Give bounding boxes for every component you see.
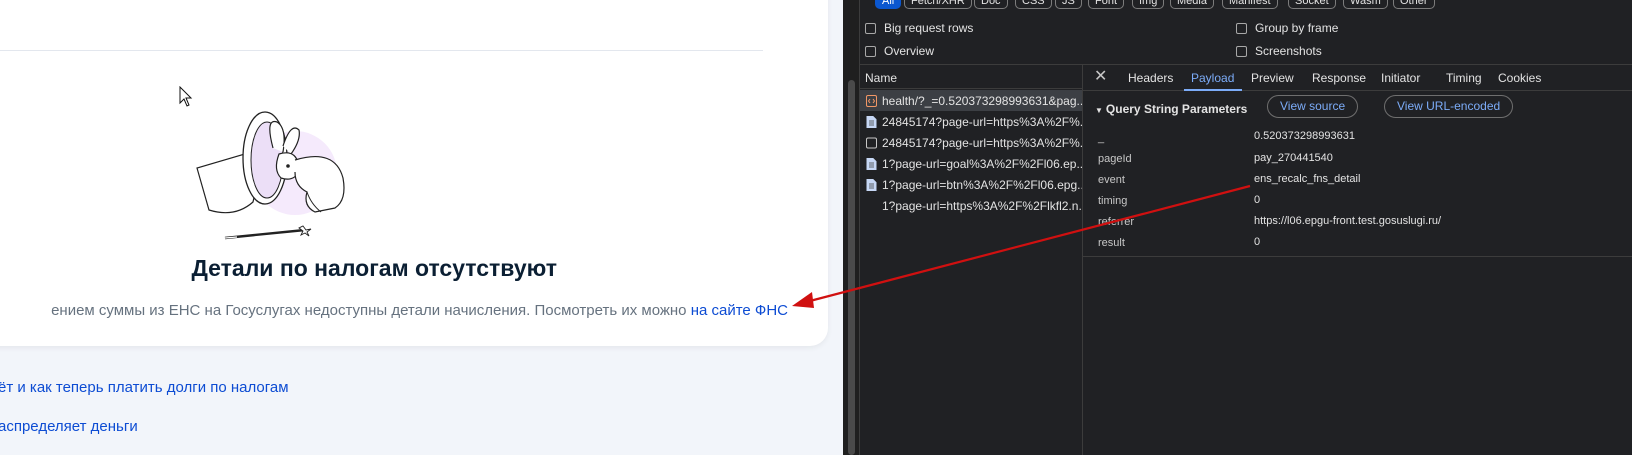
document-icon: [866, 115, 877, 128]
request-row[interactable]: 1?page-url=btn%3A%2F%2Fl06.epg...: [860, 174, 1082, 195]
details-card: [0, 0, 828, 346]
request-name: 1?page-url=goal%3A%2F%2Fl06.ep...: [882, 156, 1082, 171]
tab-preview[interactable]: Preview: [1251, 71, 1294, 85]
request-list: Name health/?_=0.520373298993631&pag... …: [860, 65, 1083, 455]
request-name: 1?page-url=btn%3A%2F%2Fl06.epg...: [882, 177, 1082, 192]
tab-payload[interactable]: Payload: [1191, 71, 1234, 85]
request-row[interactable]: 24845174?page-url=https%3A%2F%...: [860, 111, 1082, 132]
tab-timing[interactable]: Timing: [1446, 71, 1482, 85]
param-value: 0: [1254, 236, 1261, 248]
group-by-frame-checkbox[interactable]: [1236, 22, 1247, 34]
group-by-frame-label: Group by frame: [1255, 21, 1339, 35]
param-key: referrer: [1098, 216, 1135, 228]
triangle-down-icon: ▼: [1095, 106, 1103, 115]
request-name: 24845174?page-url=https%3A%2F%...: [882, 114, 1082, 129]
empty-state-title: Детали по налогам отсутствуют: [191, 255, 557, 281]
view-source-button[interactable]: View source: [1267, 95, 1359, 118]
group-by-frame-option[interactable]: Group by frame: [1236, 21, 1338, 35]
mouse-cursor-icon: [179, 86, 193, 107]
detail-tabs: ✕ Headers Payload Preview Response Initi…: [1083, 65, 1632, 91]
request-name: 24845174?page-url=https%3A%2F%...: [882, 135, 1082, 150]
param-key: result: [1098, 237, 1125, 249]
param-key: _: [1098, 132, 1105, 144]
filter-chip-wasm[interactable]: Wasm: [1343, 0, 1388, 9]
view-url-encoded-button[interactable]: View URL-encoded: [1384, 95, 1514, 118]
big-request-rows-option[interactable]: Big request rows: [865, 21, 973, 35]
param-key: pageId: [1098, 153, 1132, 165]
tab-initiator[interactable]: Initiator: [1381, 71, 1420, 85]
card-divider: [0, 50, 763, 51]
overview-checkbox[interactable]: [865, 45, 876, 57]
query-string-parameters-header[interactable]: ▼ Query String Parameters: [1095, 102, 1247, 116]
request-name: health/?_=0.520373298993631&pag...: [882, 93, 1082, 108]
request-name: 1?page-url=https%3A%2F%2Flkfl2.n...: [882, 198, 1082, 213]
filter-chip-font[interactable]: Font: [1088, 0, 1125, 9]
overview-label: Overview: [884, 44, 935, 58]
filter-chip-fetch-xhr[interactable]: Fetch/XHR: [904, 0, 972, 9]
request-type-filter-bar: All Fetch/XHR Doc CSS JS Font Img Media …: [860, 0, 1632, 12]
tab-response[interactable]: Response: [1312, 71, 1366, 85]
filter-chip-all[interactable]: All: [875, 0, 902, 9]
document-icon: [866, 157, 877, 170]
param-value: 0.520373298993631: [1254, 130, 1355, 142]
checkbox-icon: [866, 137, 877, 148]
request-row[interactable]: 1?page-url=https%3A%2F%2Flkfl2.n...: [860, 195, 1082, 216]
document-icon: [866, 178, 877, 191]
web-page: Детали по налогам отсутствуют ением сумм…: [0, 0, 843, 455]
empty-state-text: ением суммы из ЕНС на Госуслугах недосту…: [51, 302, 687, 319]
tab-headers[interactable]: Headers: [1128, 71, 1173, 85]
active-tab-indicator: [1184, 89, 1242, 91]
param-key: event: [1098, 174, 1125, 186]
filter-chip-img[interactable]: Img: [1132, 0, 1165, 9]
big-request-rows-checkbox[interactable]: [865, 22, 876, 34]
magic-hat-rabbit-illustration: [196, 111, 345, 240]
query-string-parameters-section: ▼ Query String Parameters View source Vie…: [1083, 92, 1632, 257]
param-value: ens_recalc_fns_detail: [1254, 173, 1361, 185]
param-value: https://l06.epgu-front.test.gosuslugi.ru…: [1254, 215, 1442, 227]
big-request-rows-label: Big request rows: [884, 21, 974, 35]
money-distribution-link[interactable]: аспределяет деньги: [0, 418, 138, 435]
close-icon[interactable]: ✕: [1094, 66, 1107, 86]
request-row[interactable]: health/?_=0.520373298993631&pag...: [860, 90, 1082, 111]
overview-option[interactable]: Overview: [865, 44, 934, 58]
request-row[interactable]: 24845174?page-url=https%3A%2F%...: [860, 132, 1082, 153]
tab-cookies[interactable]: Cookies: [1498, 71, 1541, 85]
tax-debts-link[interactable]: ёт и как теперь платить долги по налогам: [0, 379, 289, 396]
filter-chip-manifest[interactable]: Manifest: [1222, 0, 1278, 9]
request-row[interactable]: 1?page-url=goal%3A%2F%2Fl06.ep...: [860, 153, 1082, 174]
filter-chip-doc[interactable]: Doc: [974, 0, 1008, 9]
param-key: timing: [1098, 195, 1128, 207]
screenshots-checkbox[interactable]: [1236, 45, 1247, 57]
filter-chip-js[interactable]: JS: [1055, 0, 1082, 9]
filter-chip-css[interactable]: CSS: [1015, 0, 1052, 9]
fns-site-link[interactable]: на сайте ФНС: [691, 302, 788, 319]
devtools-scrollbar[interactable]: [843, 0, 860, 455]
param-value: pay_270441540: [1254, 152, 1333, 164]
param-value: 0: [1254, 194, 1261, 206]
empty-state-description: ением суммы из ЕНС на Госуслугах недосту…: [51, 302, 788, 319]
xhr-icon: [866, 94, 877, 107]
screenshots-label: Screenshots: [1255, 44, 1322, 58]
request-detail-panel: ✕ Headers Payload Preview Response Initi…: [1083, 65, 1632, 455]
screenshots-option[interactable]: Screenshots: [1236, 44, 1322, 58]
devtools-panel: All Fetch/XHR Doc CSS JS Font Img Media …: [843, 0, 1632, 455]
filter-chip-socket[interactable]: Socket: [1288, 0, 1336, 9]
filter-chip-media[interactable]: Media: [1170, 0, 1214, 9]
filter-chip-other[interactable]: Other: [1393, 0, 1435, 9]
name-column-header[interactable]: Name: [860, 65, 1082, 89]
